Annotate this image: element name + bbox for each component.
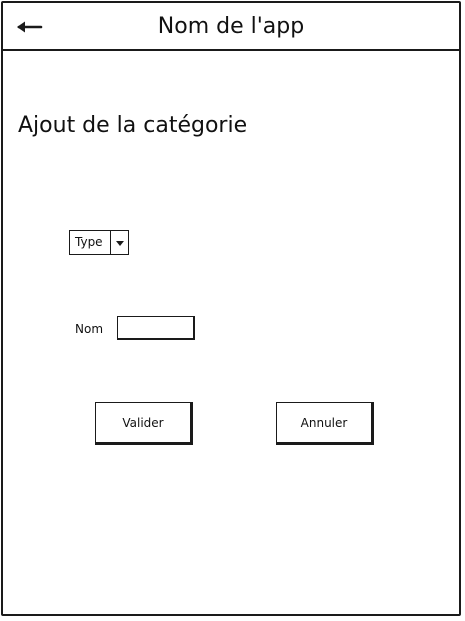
type-select-value: Type bbox=[75, 235, 103, 249]
caret-down-icon bbox=[115, 240, 124, 246]
cancel-button[interactable]: Annuler bbox=[276, 402, 374, 445]
app-title: Nom de l'app bbox=[157, 14, 305, 39]
name-input[interactable] bbox=[117, 316, 195, 340]
app-frame: Nom de l'app Ajout de la catégorie Type … bbox=[1, 1, 461, 616]
validate-button[interactable]: Valider bbox=[95, 402, 193, 445]
page-title: Ajout de la catégorie bbox=[18, 113, 248, 138]
name-field-label: Nom bbox=[75, 322, 104, 336]
app-header: Nom de l'app bbox=[3, 3, 459, 51]
type-select-toggle[interactable] bbox=[110, 231, 128, 254]
type-select[interactable]: Type bbox=[69, 230, 129, 255]
